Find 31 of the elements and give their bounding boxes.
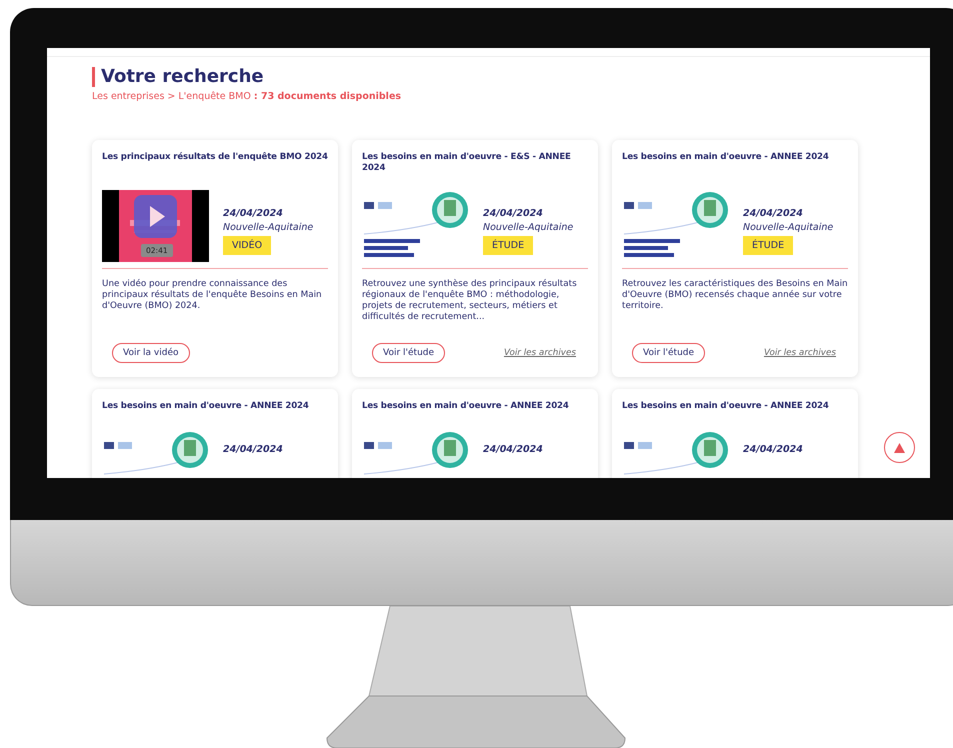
card-title: Les besoins en main d'oeuvre - ANNEE 2024 <box>362 401 570 412</box>
card-date: 24/04/2024 <box>223 208 284 218</box>
card-title: Les besoins en main d'oeuvre - ANNEE 2024 <box>102 401 310 412</box>
card-description: Une vidéo pour prendre connaissance des principaux résultats de l'enquête Besoins en Main d'Oeuvre (BMO) 2024. <box>102 279 323 312</box>
type-tag: VIDÉO <box>223 236 272 254</box>
card-date: 24/04/2024 <box>223 444 283 455</box>
card-title: Les principaux résultats de l'enquête BMO 2024 <box>102 152 328 164</box>
triangle-up-icon <box>894 442 905 452</box>
card-region: Nouvelle-Aquitaine <box>743 222 834 232</box>
card-description: Retrouvez une synthèse des principaux résultats régionaux de l'enquête BMO : méthodologie, projets de recrutement, secteurs, métiers et difficultés de recrutement... <box>362 279 578 323</box>
card-description: Retrouvez les caractéristiques des Besoins en Main d'Oeuvre (BMO) recensés chaque année sur votre territoire. <box>622 279 848 312</box>
view-button[interactable]: Voir la vidéo <box>112 343 190 363</box>
card-region: Nouvelle-Aquitaine <box>223 222 314 232</box>
card-date: 24/04/2024 <box>483 208 544 218</box>
view-button[interactable]: Voir l'étude <box>372 343 446 363</box>
archives-link[interactable]: Voir les archives <box>764 348 836 358</box>
card-date: 24/04/2024 <box>743 208 804 218</box>
page-title: Votre recherche <box>92 67 264 87</box>
card-title: Les besoins en main d'oeuvre - E&S - ANNEE 2024 <box>362 152 572 174</box>
type-tag: ÉTUDE <box>483 236 534 254</box>
card-date: 24/04/2024 <box>483 444 543 455</box>
archives-link[interactable]: Voir les archives <box>504 348 576 358</box>
card-title: Les besoins en main d'oeuvre - ANNEE 2024 <box>622 401 830 412</box>
view-button[interactable]: Voir l'étude <box>632 343 706 363</box>
breadcrumb: Les entreprises > L'enquête BMO : 73 documents disponibles <box>92 91 402 102</box>
scroll-top-button[interactable] <box>884 432 915 463</box>
card-region: Nouvelle-Aquitaine <box>483 222 574 232</box>
card-date: 24/04/2024 <box>743 444 803 455</box>
card-title: Les besoins en main d'oeuvre - ANNEE 2024 <box>622 152 830 164</box>
play-icon[interactable] <box>134 195 177 238</box>
type-tag: ÉTUDE <box>743 236 794 254</box>
